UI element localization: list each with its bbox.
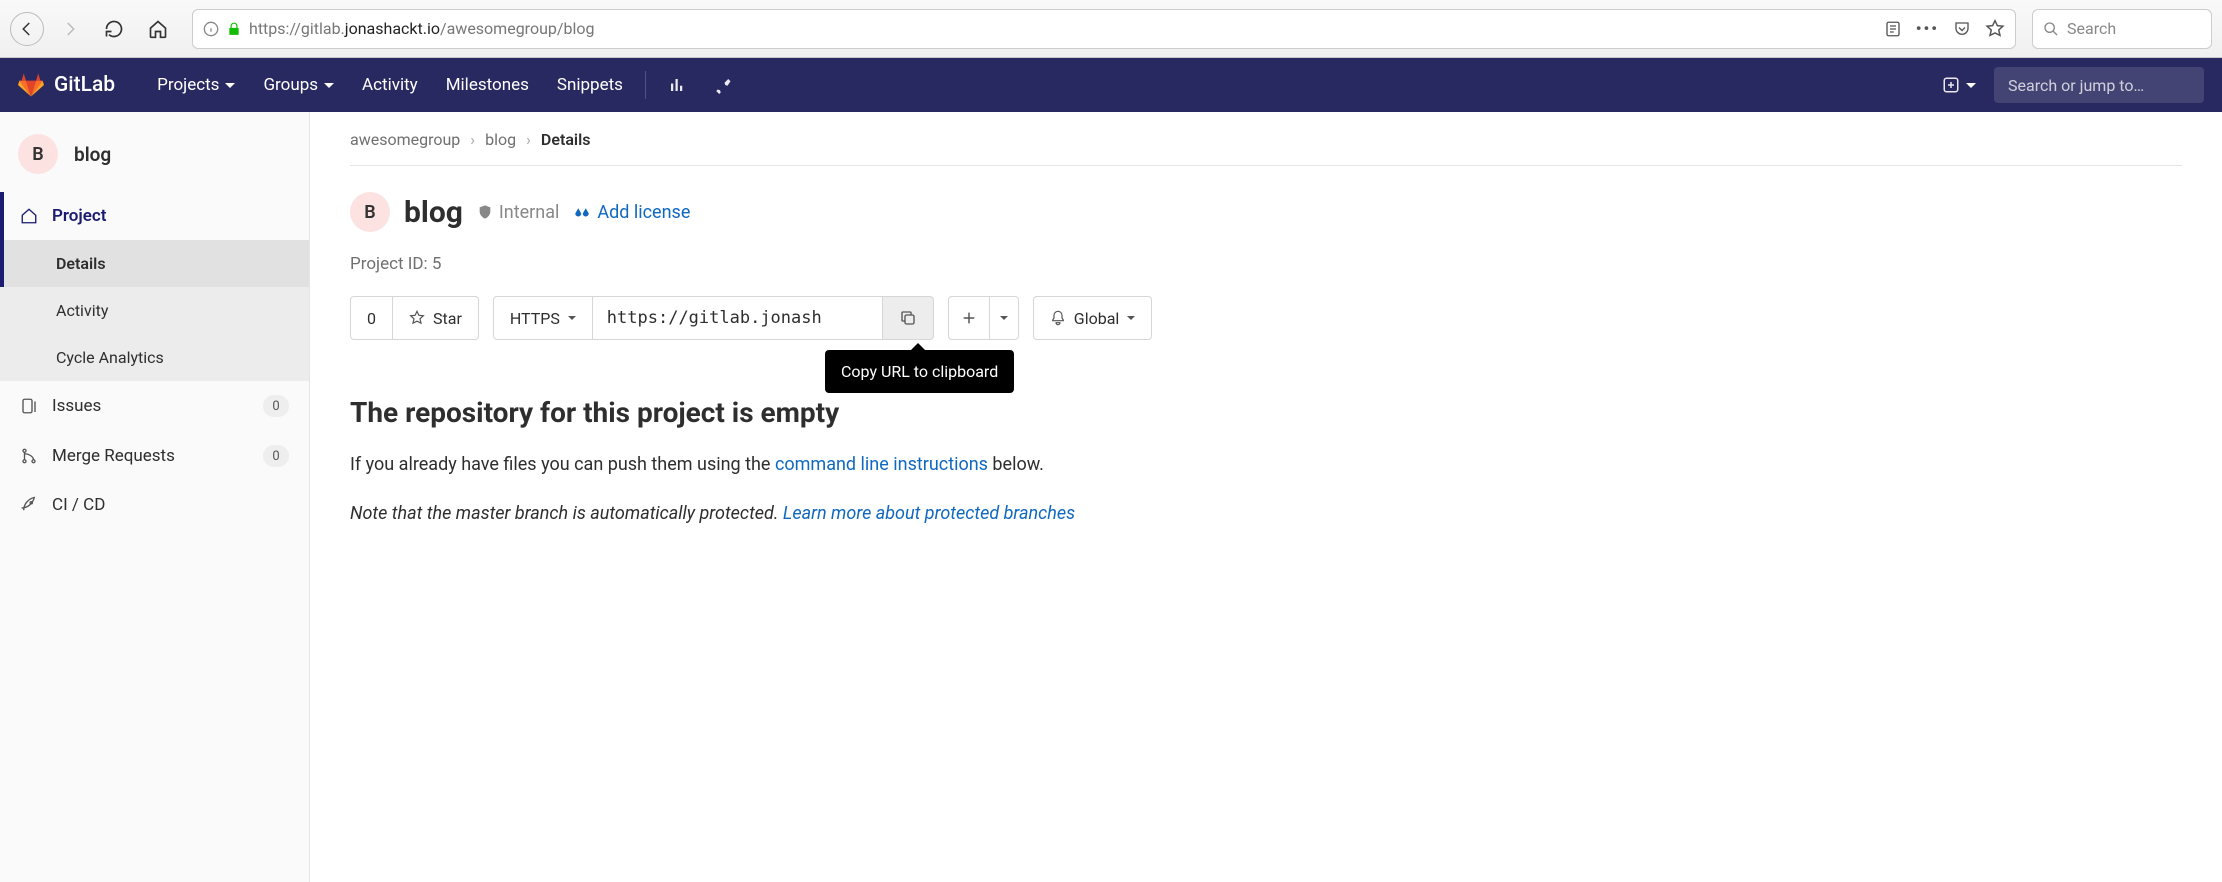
star-button[interactable]: Star — [393, 296, 479, 340]
nav-projects[interactable]: Projects — [143, 58, 249, 112]
sidebar-project-title: blog — [74, 143, 111, 166]
issues-count: 0 — [263, 395, 289, 417]
nav-admin-icon[interactable] — [700, 58, 746, 112]
add-license-link[interactable]: Add license — [573, 202, 690, 223]
info-icon — [203, 21, 219, 37]
sidebar-project-header[interactable]: B blog — [0, 124, 309, 192]
url-text: https://gitlab.jonashackt.io/awesomegrou… — [249, 19, 594, 38]
sidebar-item-merge[interactable]: Merge Requests 0 — [0, 431, 309, 481]
protocol-dropdown[interactable]: HTTPS — [493, 296, 593, 340]
copy-url-button[interactable] — [883, 296, 934, 340]
reader-icon[interactable] — [1884, 20, 1902, 38]
home-icon — [20, 207, 38, 225]
nav-snippets[interactable]: Snippets — [543, 58, 637, 112]
nav-groups[interactable]: Groups — [249, 58, 348, 112]
project-header: B blog Internal Add license — [350, 192, 2182, 232]
nav-plus[interactable] — [1938, 76, 1980, 94]
gitlab-logo[interactable]: GitLab — [18, 72, 115, 98]
browser-search[interactable]: Search — [2032, 9, 2212, 49]
sidebar-item-cicd[interactable]: CI / CD — [0, 481, 309, 529]
sidebar-label: Merge Requests — [52, 446, 175, 466]
pocket-icon[interactable] — [1953, 20, 1971, 38]
browser-search-placeholder: Search — [2067, 19, 2116, 38]
project-avatar: B — [350, 192, 390, 232]
breadcrumb: awesomegroup › blog › Details — [350, 130, 2182, 166]
menu-dots-icon[interactable]: ••• — [1916, 19, 1939, 38]
visibility-badge: Internal — [477, 202, 559, 223]
project-id: Project ID: 5 — [350, 254, 2182, 274]
project-avatar: B — [18, 134, 58, 174]
add-button[interactable] — [948, 296, 990, 340]
empty-state-body: If you already have files you can push t… — [350, 451, 2182, 478]
sidebar-sub-details[interactable]: Details — [0, 240, 309, 287]
back-button[interactable] — [10, 12, 44, 46]
reload-button[interactable] — [96, 11, 132, 47]
bookmark-star-icon[interactable] — [1985, 19, 2005, 39]
sidebar-label: CI / CD — [52, 495, 105, 515]
project-actions: 0 Star HTTPS Glo — [350, 296, 2182, 340]
scales-icon — [573, 203, 591, 221]
merge-count: 0 — [263, 445, 289, 467]
nav-milestones[interactable]: Milestones — [432, 58, 543, 112]
plus-icon — [1942, 76, 1960, 94]
clone-group: HTTPS — [493, 296, 934, 340]
browser-toolbar: https://gitlab.jonashackt.io/awesomegrou… — [0, 0, 2222, 58]
nav-analytics-icon[interactable] — [654, 58, 700, 112]
lock-icon — [227, 22, 241, 36]
sidebar-sub-activity[interactable]: Activity — [0, 287, 309, 334]
gitlab-wordmark: GitLab — [54, 73, 115, 97]
crumb-project[interactable]: blog — [485, 130, 516, 149]
main-content: awesomegroup › blog › Details B blog Int… — [310, 112, 2222, 882]
nav-search-placeholder: Search or jump to… — [2008, 76, 2144, 95]
gitlab-topnav: GitLab Projects Groups Activity Mileston… — [0, 58, 2222, 112]
plus-icon — [961, 310, 977, 326]
clone-url-input[interactable] — [593, 296, 883, 340]
chevron-right-icon: › — [470, 130, 475, 149]
add-dropdown[interactable] — [990, 296, 1019, 340]
star-count[interactable]: 0 — [350, 296, 393, 340]
forward-button[interactable] — [52, 11, 88, 47]
copy-tooltip: Copy URL to clipboard — [825, 350, 1014, 393]
sidebar-label: Issues — [52, 396, 101, 416]
add-group — [948, 296, 1019, 340]
home-button[interactable] — [140, 11, 176, 47]
cli-instructions-link[interactable]: command line instructions — [775, 454, 988, 475]
sidebar: B blog Project Details Activity Cycle An… — [0, 112, 310, 882]
nav-activity[interactable]: Activity — [348, 58, 432, 112]
copy-icon — [899, 309, 917, 327]
bell-icon — [1050, 310, 1066, 326]
crumb-group[interactable]: awesomegroup — [350, 130, 460, 149]
project-name: blog — [404, 195, 463, 230]
shield-icon — [477, 203, 493, 221]
sidebar-item-project[interactable]: Project — [0, 192, 309, 240]
sidebar-project-submenu: Details Activity Cycle Analytics — [0, 240, 309, 381]
star-icon — [409, 310, 425, 326]
gitlab-icon — [18, 72, 44, 98]
notification-dropdown[interactable]: Global — [1033, 296, 1152, 340]
search-icon — [2043, 21, 2059, 37]
nav-separator — [645, 71, 646, 99]
address-bar[interactable]: https://gitlab.jonashackt.io/awesomegrou… — [192, 9, 2016, 49]
empty-state-note: Note that the master branch is automatic… — [350, 500, 2182, 527]
sidebar-label: Project — [52, 206, 106, 226]
merge-icon — [20, 447, 38, 465]
nav-search[interactable]: Search or jump to… — [1994, 67, 2204, 103]
chevron-right-icon: › — [526, 130, 531, 149]
sidebar-item-issues[interactable]: Issues 0 — [0, 381, 309, 431]
issues-icon — [20, 397, 38, 415]
rocket-icon — [20, 496, 38, 514]
sidebar-sub-cycle[interactable]: Cycle Analytics — [0, 334, 309, 381]
protected-branches-link[interactable]: Learn more about protected branches — [783, 503, 1075, 524]
star-group: 0 Star — [350, 296, 479, 340]
crumb-page: Details — [541, 130, 591, 149]
empty-state-title: The repository for this project is empty — [350, 396, 2182, 429]
